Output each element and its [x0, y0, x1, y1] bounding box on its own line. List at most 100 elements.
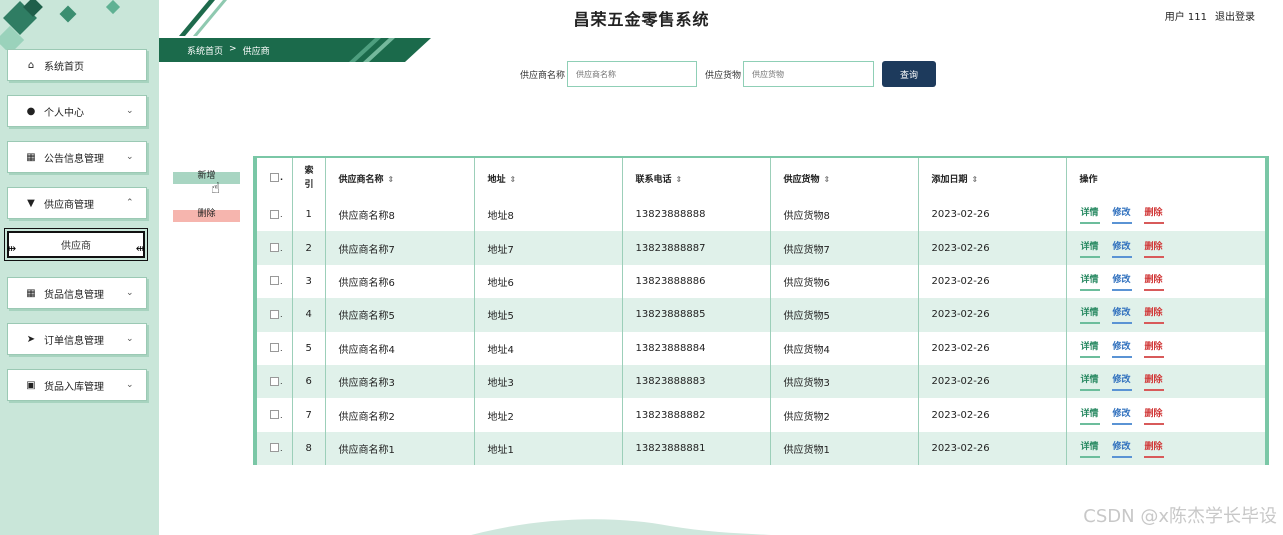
- cell-index: 4: [292, 298, 326, 332]
- sidebar-item-personal-center[interactable]: ● 个人中心 ⌄: [7, 95, 147, 127]
- cell-index: 1: [292, 198, 326, 232]
- table-row: . 8 供应商名称1 地址1 13823888881 供应货物1 2023-02-26 详情修…: [257, 431, 1265, 466]
- detail-link[interactable]: 详情: [1079, 439, 1100, 458]
- edit-link[interactable]: 修改: [1111, 439, 1132, 458]
- column-header-ops: 操作: [1079, 174, 1098, 185]
- select-all-checkbox[interactable]: [270, 173, 279, 182]
- delete-link[interactable]: 删除: [1143, 305, 1164, 325]
- cell-date: 2023-02-26: [918, 431, 1067, 466]
- logout-link[interactable]: 退出登录: [1215, 8, 1255, 23]
- detail-link[interactable]: 详情: [1079, 305, 1100, 325]
- home-icon: ⌂: [27, 59, 35, 71]
- select-all-cell: .: [257, 158, 293, 198]
- search-button[interactable]: 查询: [882, 61, 937, 87]
- sidebar-item-goods-management[interactable]: ▦ 货品信息管理 ⌄: [7, 277, 147, 309]
- cell-address: 地址7: [474, 231, 623, 265]
- row-checkbox[interactable]: [270, 209, 279, 219]
- chevron-down-icon: ⌄: [126, 152, 134, 162]
- cell-index: 3: [292, 264, 326, 299]
- sidebar-item-supplier-management[interactable]: ▼ 供应商管理 ⌃: [7, 187, 147, 219]
- watermark: CSDN @x陈杰学长毕设: [1083, 506, 1277, 527]
- detail-link[interactable]: 详情: [1079, 239, 1100, 258]
- cell-goods: 供应货物2: [770, 398, 919, 432]
- sidebar-item-announcements[interactable]: ▦ 公告信息管理 ⌄: [7, 141, 147, 173]
- row-checkbox[interactable]: [270, 376, 279, 386]
- cell-index: 2: [292, 231, 326, 265]
- cell-ops: 详情 修改 删除: [1066, 365, 1265, 398]
- cell-index: 7: [292, 398, 326, 432]
- row-checkbox[interactable]: [270, 276, 279, 286]
- supplier-name-input[interactable]: [567, 61, 698, 87]
- row-checkbox[interactable]: [270, 443, 279, 453]
- sidebar-item-label: 公告信息管理: [44, 153, 104, 165]
- cell-address: 地址5: [474, 298, 623, 332]
- cell-ops: 详情 修改 删除: [1066, 198, 1265, 231]
- column-header-address[interactable]: 地址 ⇕: [474, 158, 623, 198]
- clipboard-icon: ▣: [26, 379, 36, 391]
- edit-link[interactable]: 修改: [1111, 339, 1132, 358]
- send-icon: ➤: [26, 333, 36, 345]
- edit-link[interactable]: 修改: [1111, 406, 1132, 425]
- breadcrumb: 系统首页 > 供应商: [187, 44, 270, 57]
- cell-goods: 供应货物4: [770, 331, 919, 365]
- column-header-goods[interactable]: 供应货物 ⇕: [770, 158, 919, 198]
- cell-ops: 详情 修改 删除: [1066, 432, 1265, 465]
- cell-ops: 详情 修改 删除: [1066, 398, 1265, 431]
- sort-icon: ⇕: [509, 174, 517, 184]
- cell-name: 供应商名称3: [325, 364, 475, 399]
- row-checkbox[interactable]: [270, 309, 279, 319]
- edit-link[interactable]: 修改: [1111, 239, 1132, 258]
- cell-address: 地址2: [474, 398, 623, 432]
- delete-button[interactable]: 删除: [173, 200, 240, 222]
- search-bar: 供应商名称 供应货物 查询: [520, 61, 937, 87]
- breadcrumb-home[interactable]: 系统首页: [187, 44, 223, 57]
- sidebar-item-label: 系统首页: [44, 61, 84, 73]
- delete-link[interactable]: 删除: [1143, 272, 1164, 291]
- supplied-goods-label: 供应货物: [705, 70, 742, 81]
- edit-link[interactable]: 修改: [1111, 272, 1132, 291]
- cell-date: 2023-02-26: [918, 398, 1067, 432]
- row-checkbox[interactable]: [270, 243, 279, 253]
- cell-name: 供应商名称4: [325, 331, 475, 365]
- cell-date: 2023-02-26: [918, 364, 1067, 399]
- delete-link[interactable]: 删除: [1143, 339, 1164, 358]
- column-header-date[interactable]: 添加日期 ⇕: [918, 158, 1067, 198]
- row-checkbox-cell: .: [257, 198, 293, 232]
- column-header-phone[interactable]: 联系电话 ⇕: [622, 158, 771, 198]
- delete-link[interactable]: 删除: [1143, 372, 1164, 392]
- edit-link[interactable]: 修改: [1111, 205, 1132, 225]
- detail-link[interactable]: 详情: [1079, 339, 1100, 358]
- table-row: . 3 供应商名称6 地址6 13823888886 供应货物6 2023-02-26 详情修…: [257, 264, 1265, 299]
- supplied-goods-input[interactable]: [743, 61, 875, 87]
- edit-link[interactable]: 修改: [1111, 305, 1132, 325]
- delete-link[interactable]: 删除: [1143, 205, 1164, 225]
- detail-link[interactable]: 详情: [1079, 372, 1100, 392]
- delete-link[interactable]: 删除: [1143, 406, 1164, 425]
- edit-link[interactable]: 修改: [1111, 372, 1132, 392]
- delete-link[interactable]: 删除: [1143, 239, 1164, 258]
- column-header-name[interactable]: 供应商名称 ⇕: [325, 158, 475, 198]
- sidebar-item-label: 供应商管理: [44, 199, 94, 211]
- delete-link[interactable]: 删除: [1143, 439, 1164, 458]
- sidebar-item-home[interactable]: ⌂ 系统首页: [7, 49, 147, 81]
- cell-phone: 13823888883: [622, 364, 771, 399]
- sidebar-subitem-supplier[interactable]: ⇹ 供应商 ⇹: [4, 228, 148, 261]
- sidebar-item-goods-inbound[interactable]: ▣ 货品入库管理 ⌄: [7, 369, 147, 401]
- footer-wave-decoration: [471, 519, 772, 535]
- cell-phone: 13823888881: [622, 431, 771, 466]
- row-checkbox[interactable]: [270, 410, 279, 420]
- row-checkbox[interactable]: [270, 343, 279, 353]
- user-icon: ●: [26, 105, 36, 117]
- supplier-table: . 索引 供应商名称 ⇕ 地址 ⇕ 联系电话 ⇕ 供应货物 ⇕ 添加日期 ⇕ 操作 .1供…: [253, 156, 1269, 466]
- detail-link[interactable]: 详情: [1079, 272, 1100, 291]
- row-checkbox-cell: .: [257, 331, 293, 365]
- detail-link[interactable]: 详情: [1079, 205, 1100, 225]
- detail-link[interactable]: 详情: [1079, 406, 1100, 425]
- add-button[interactable]: 新增: [173, 162, 240, 184]
- breadcrumb-separator: >: [229, 44, 237, 54]
- row-checkbox-cell: .: [257, 231, 293, 265]
- grid-icon: ▦: [26, 287, 36, 299]
- sidebar-item-order-management[interactable]: ➤ 订单信息管理 ⌄: [7, 323, 147, 355]
- cell-address: 地址4: [474, 331, 623, 365]
- table-row: . 2 供应商名称7 地址7 13823888887 供应货物7 2023-02-26 详情修…: [257, 231, 1265, 265]
